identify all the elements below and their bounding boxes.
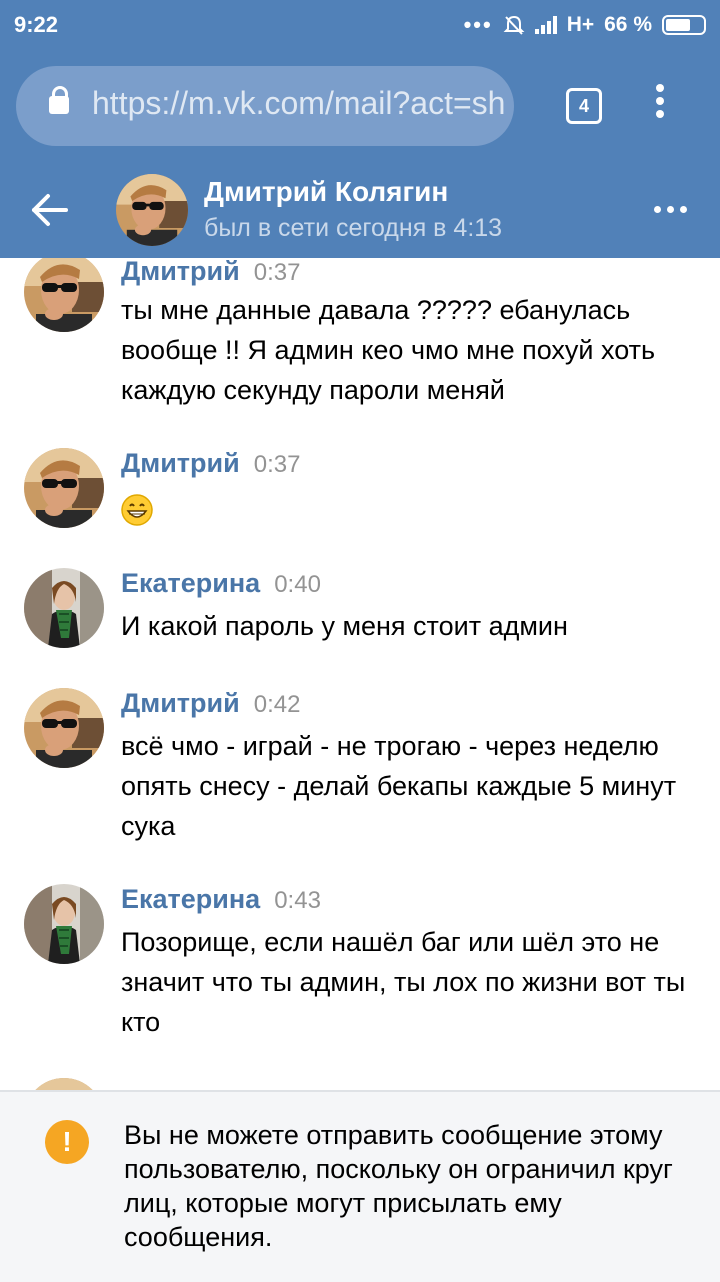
message-author[interactable]: Дмитрий	[121, 688, 240, 718]
chat-title[interactable]: Дмитрий Колягин	[204, 176, 448, 208]
signal-icon	[534, 16, 557, 34]
message-author[interactable]: Екатерина	[121, 884, 260, 914]
message-time: 0:40	[274, 571, 321, 598]
avatar[interactable]	[24, 1078, 104, 1090]
more-notifications-icon: •••	[463, 12, 493, 37]
battery-icon	[662, 15, 706, 35]
more-icon[interactable]	[654, 206, 687, 213]
status-icons: ••• H+ 66 %	[464, 12, 706, 38]
message-text: И какой пароль у меня стоит админ	[121, 611, 568, 641]
message-time: 0:43	[274, 887, 321, 914]
browser-toolbar: https://m.vk.com/mail?act=sh 4	[0, 52, 720, 162]
message-time: 0:42	[253, 691, 301, 718]
avatar[interactable]	[116, 174, 188, 246]
tabs-button[interactable]: 4	[566, 88, 602, 124]
menu-icon[interactable]	[655, 84, 665, 124]
avatar[interactable]	[24, 448, 104, 528]
message-text: всё чмо - играй - не трогаю - через неде…	[121, 731, 677, 841]
last-seen-status: был в сети сегодня в 4:13	[204, 214, 503, 242]
message-text: Позорище, если нашёл баг или шёл это не …	[121, 927, 686, 1037]
message-author[interactable]: Дмитрий	[121, 448, 240, 478]
message-time: 0:37	[253, 259, 301, 286]
back-arrow-icon[interactable]	[28, 190, 72, 230]
url-text[interactable]: https://m.vk.com/mail?act=sh	[92, 85, 512, 122]
message-author[interactable]: Дмитрий	[121, 258, 240, 286]
message-text: ты мне данные давала ????? ебанулась воо…	[121, 295, 656, 405]
battery-percent: 66 %	[604, 13, 652, 36]
warning-icon: !	[45, 1120, 89, 1164]
avatar[interactable]	[24, 884, 104, 964]
grinning-face-emoji-icon	[121, 494, 153, 526]
mute-bell-icon	[503, 15, 525, 35]
status-time: 9:22	[14, 12, 59, 37]
network-type: H+	[566, 13, 595, 36]
message-author[interactable]: Екатерина	[121, 568, 260, 598]
chat-header: Дмитрий Колягин был в сети сегодня в 4:1…	[0, 162, 720, 258]
message-time: 0:37	[253, 451, 301, 478]
address-bar[interactable]: https://m.vk.com/mail?act=sh	[16, 66, 514, 146]
message-list[interactable]: Дмитрий 0:37 ты мне данные давала ????? е…	[0, 258, 720, 1090]
notice-text: Вы не можете отправить сообщение этому п…	[124, 1120, 673, 1252]
status-bar: 9:22 ••• H+ 66 %	[0, 0, 720, 52]
lock-icon	[49, 86, 69, 114]
avatar[interactable]	[24, 258, 104, 332]
avatar[interactable]	[24, 688, 104, 768]
messaging-restricted-notice: ! Вы не можете отправить сообщение этому…	[0, 1090, 720, 1282]
avatar[interactable]	[24, 568, 104, 648]
